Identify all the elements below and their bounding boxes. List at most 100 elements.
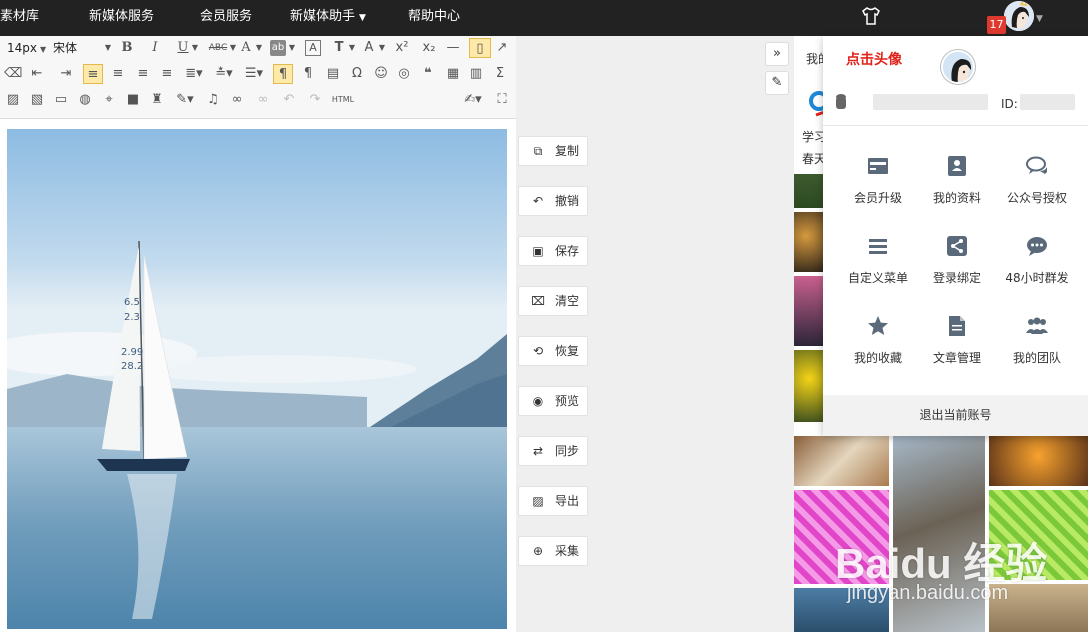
copy-button[interactable]: ⧉ 复制 [518, 136, 588, 166]
menu-item-48h-broadcast[interactable]: 48小时群发 [993, 235, 1081, 305]
avatar-chevron-down-icon[interactable]: ▼ [1036, 14, 1043, 24]
formula-sigma-icon[interactable]: Σ [491, 64, 509, 84]
menu-item-my-team[interactable]: 我的团队 [993, 315, 1081, 385]
superscript-icon[interactable]: x² [393, 38, 411, 58]
menu-item-member-upgrade[interactable]: 会员升级 [834, 155, 922, 225]
align-right-icon[interactable]: ≡ [134, 64, 152, 84]
font-color-icon[interactable]: A [239, 38, 253, 58]
font-size-select[interactable]: 14px ▼ [7, 38, 46, 58]
id-label: ID: [1001, 97, 1018, 111]
list-icon[interactable]: ☰▾ [242, 64, 266, 84]
nav-item-material-library[interactable]: 素材库 [0, 0, 39, 36]
collect-button[interactable]: ⊕ 采集 [518, 536, 588, 566]
map-icon[interactable]: ⌖ [100, 90, 118, 110]
redo-arrow-icon[interactable]: ↷ [306, 90, 324, 110]
slideshow-icon[interactable]: ▭ [52, 90, 70, 110]
user-avatar[interactable] [1004, 1, 1034, 31]
save-button[interactable]: ▣ 保存 [518, 236, 588, 266]
horizontal-rule-icon[interactable]: — [445, 38, 461, 58]
menu-item-login-binding[interactable]: 登录绑定 [913, 235, 1001, 305]
chevron-down-icon[interactable]: ▼ [348, 38, 356, 58]
nav-item-new-media-service[interactable]: 新媒体服务 [89, 0, 154, 36]
blockquote-icon[interactable]: ❝ [419, 64, 437, 84]
indent-increase-icon[interactable]: ⇥ [58, 64, 74, 84]
align-justify-icon[interactable]: ≡ [158, 64, 176, 84]
menu-item-custom-menu[interactable]: 自定义菜单 [834, 235, 922, 305]
font-family-select[interactable]: 宋体 ▼ [53, 38, 111, 58]
menu-item-my-profile[interactable]: 我的资料 [913, 155, 1001, 225]
logout-button[interactable]: 退出当前账号 [823, 395, 1088, 436]
team-icon [1026, 317, 1048, 334]
bold-icon[interactable]: B [120, 38, 134, 58]
nav-item-member-service[interactable]: 会员服务 [200, 0, 252, 36]
sync-button[interactable]: ⇄ 同步 [518, 436, 588, 466]
menu-item-article-management[interactable]: 文章管理 [913, 315, 1001, 385]
subscript-icon[interactable]: x₂ [420, 38, 438, 58]
search-replace-icon[interactable]: ◎ [395, 64, 413, 84]
image-icon[interactable]: ▨ [4, 90, 22, 110]
chevron-down-icon[interactable]: ▼ [255, 38, 263, 58]
html-source-icon[interactable]: HTML [330, 90, 356, 110]
table-icon[interactable]: ▦ [444, 64, 462, 84]
format-painter-icon[interactable]: ▤ [324, 64, 342, 84]
preview-button[interactable]: ◉ 预览 [518, 386, 588, 416]
document-icon [949, 316, 965, 336]
omega-special-char-icon[interactable]: Ω [348, 64, 366, 84]
thumbnail-bread[interactable] [794, 436, 889, 486]
emoji-icon[interactable]: ☺ [372, 64, 390, 84]
scrawl-icon[interactable]: ◍ [76, 90, 94, 110]
template-icon[interactable]: ✍▾ [460, 90, 486, 110]
chevron-down-icon[interactable]: ▼ [288, 38, 296, 58]
chevron-down-icon[interactable]: ▼ [190, 38, 200, 58]
music-icon[interactable]: ♫ [204, 90, 222, 110]
clear-label: 清空 [555, 294, 580, 308]
tshirt-icon[interactable] [860, 6, 882, 26]
clear-button[interactable]: ⌧ 清空 [518, 286, 588, 316]
stamp-icon[interactable]: ♜ [148, 90, 166, 110]
underline-icon[interactable]: U [176, 38, 190, 58]
undo-arrow-icon[interactable]: ↶ [280, 90, 298, 110]
indent-decrease-icon[interactable]: ⇤ [26, 64, 48, 84]
thumbnail-sunset[interactable] [794, 276, 824, 346]
paragraph-spacing-icon[interactable]: ≛▾ [212, 64, 236, 84]
page-break-icon[interactable]: ▥ [467, 64, 485, 84]
link-icon[interactable]: ∞ [228, 90, 246, 110]
eraser-icon[interactable]: ⌫ [4, 64, 22, 84]
menu-item-my-favorites[interactable]: 我的收藏 [834, 315, 922, 385]
export-button[interactable]: ▨ 导出 [518, 486, 588, 516]
line-height-icon[interactable]: ≣▾ [182, 64, 206, 84]
text-border-icon[interactable]: A [305, 40, 321, 56]
page-format-icon[interactable]: ▯ [469, 38, 491, 58]
letter-spacing-icon[interactable]: A [362, 38, 376, 58]
restore-icon: ⟲ [532, 344, 544, 358]
thumbnail-lights[interactable] [794, 212, 824, 272]
ltr-direction-icon[interactable]: ¶ [273, 64, 293, 84]
collapse-panel-button[interactable]: » [765, 42, 789, 66]
multi-image-icon[interactable]: ▧ [28, 90, 46, 110]
undo-button[interactable]: ↶ 撤销 [518, 186, 588, 216]
chevron-down-icon[interactable]: ▼ [229, 38, 237, 58]
video-icon[interactable]: ■ [124, 90, 142, 110]
thumbnail-flower[interactable] [794, 350, 824, 422]
align-left-icon[interactable]: ≡ [83, 64, 103, 84]
open-external-icon[interactable]: ↗ [494, 38, 510, 58]
strikethrough-icon[interactable]: ABC [207, 38, 229, 58]
restore-button[interactable]: ⟲ 恢复 [518, 336, 588, 366]
rtl-direction-icon[interactable]: ¶ [299, 64, 317, 84]
thumbnail-grass[interactable] [794, 174, 824, 208]
align-center-icon[interactable]: ≡ [109, 64, 127, 84]
text-size-icon[interactable]: T [332, 38, 346, 58]
nav-item-new-media-assistant[interactable]: 新媒体助手 ▼ [290, 0, 366, 36]
dropdown-avatar[interactable] [941, 50, 975, 84]
italic-icon[interactable]: I [148, 38, 162, 58]
magic-wand-button[interactable]: ✎ [765, 71, 789, 95]
menu-item-account-authorize[interactable]: 公众号授权 [993, 155, 1081, 225]
fullscreen-icon[interactable]: ⛶ [493, 90, 511, 110]
notification-badge: 17 [987, 16, 1006, 34]
chevron-down-icon[interactable]: ▼ [378, 38, 386, 58]
highlight-color-icon[interactable]: ab [270, 40, 286, 56]
nav-item-help-center[interactable]: 帮助中心 [408, 0, 460, 36]
thumbnail-campfire[interactable] [989, 436, 1088, 486]
magic-wand-icon[interactable]: ✎▾ [172, 90, 198, 110]
unlink-icon[interactable]: ∞ [252, 90, 274, 110]
